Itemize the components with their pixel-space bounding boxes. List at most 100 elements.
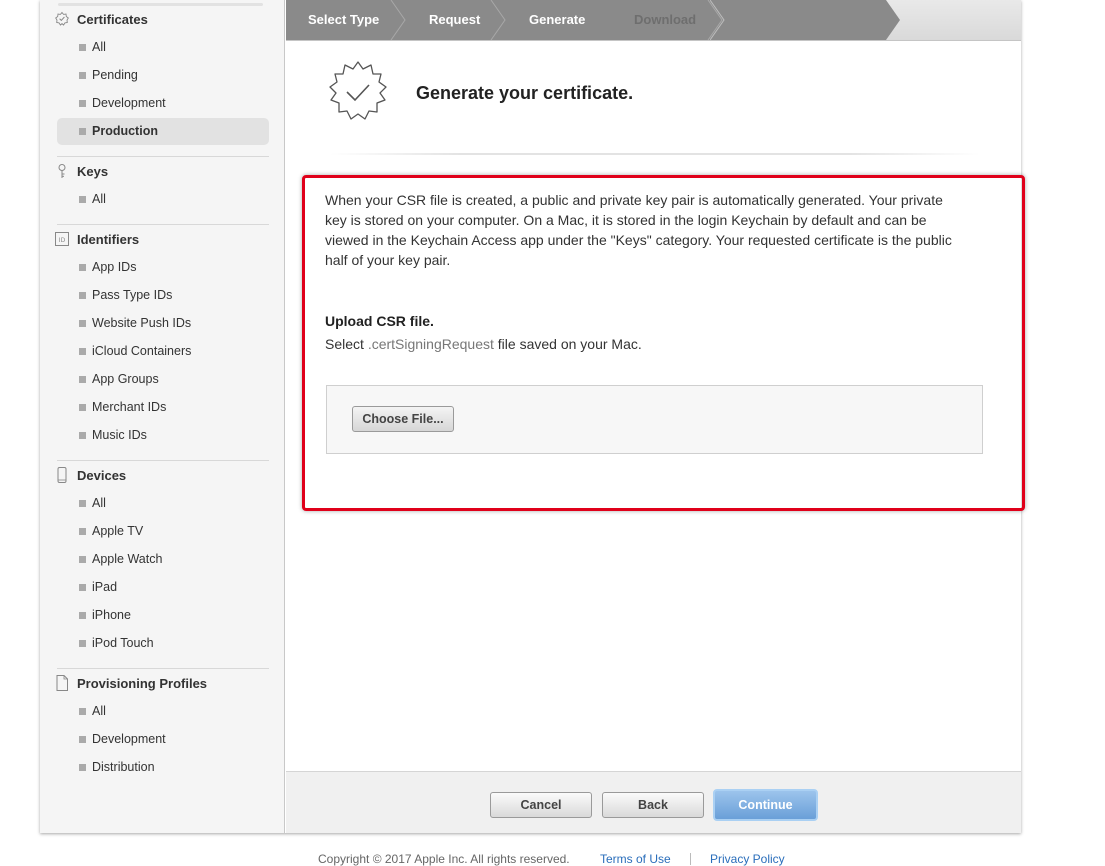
sidebar-item-apple-watch[interactable]: Apple Watch (57, 546, 269, 573)
bullet (79, 556, 86, 563)
sidebar-item-label: Pass Type IDs (92, 288, 173, 302)
sidebar-item-label: Development (92, 732, 166, 746)
sidebar-item-iphone[interactable]: iPhone (57, 602, 269, 629)
key-icon (55, 163, 69, 179)
privacy-policy-link[interactable]: Privacy Policy (710, 852, 785, 866)
sidebar-item-certificates-production[interactable]: Production (57, 118, 269, 145)
sidebar-item-merchant-ids[interactable]: Merchant IDs (57, 394, 269, 421)
section-title-devices[interactable]: Devices (77, 467, 126, 485)
sidebar-item-label: All (92, 496, 106, 510)
back-button[interactable]: Back (602, 792, 704, 818)
sidebar-item-music-ids[interactable]: Music IDs (57, 422, 269, 449)
bullet (79, 584, 86, 591)
section-divider (57, 224, 269, 225)
header-divider (330, 153, 980, 155)
bullet (79, 72, 86, 79)
sidebar-item-devices-all[interactable]: All (57, 490, 269, 517)
sidebar-item-label: Apple TV (92, 524, 144, 538)
sidebar-item-label: Merchant IDs (92, 400, 167, 414)
sidebar-item-ipad[interactable]: iPad (57, 574, 269, 601)
sidebar-top-divider (58, 3, 263, 6)
bullet (79, 100, 86, 107)
bullet (79, 612, 86, 619)
bullet (79, 128, 86, 135)
certificate-checkmark-icon (329, 61, 387, 120)
section-title-identifiers[interactable]: Identifiers (77, 231, 139, 249)
sidebar-item-pass-type-ids[interactable]: Pass Type IDs (57, 282, 269, 309)
sidebar-item-icloud-containers[interactable]: iCloud Containers (57, 338, 269, 365)
sidebar-item-label: Pending (92, 68, 138, 82)
svg-text:ID: ID (59, 237, 66, 244)
sidebar-item-label: iPod Touch (92, 636, 154, 650)
sidebar-item-label: Development (92, 96, 166, 110)
sidebar-item-label: iPad (92, 580, 118, 594)
csr-description: When your CSR file is created, a public … (325, 192, 952, 268)
file-extension: .certSigningRequest (367, 336, 494, 352)
upload-heading: Upload CSR file. (325, 313, 434, 329)
upload-suffix: file saved on your Mac. (497, 336, 642, 352)
bullet (79, 292, 86, 299)
sidebar-item-label: All (92, 704, 106, 718)
step-generate: Generate (529, 12, 586, 27)
section-divider (57, 668, 269, 669)
sidebar-item-certificates-pending[interactable]: Pending (57, 62, 269, 89)
device-icon (55, 467, 69, 483)
bullet (79, 528, 86, 535)
sidebar-item-certificates-all[interactable]: All (57, 34, 269, 61)
sidebar-item-profiles-all[interactable]: All (57, 698, 269, 725)
sidebar-item-label: All (92, 40, 106, 54)
sidebar-item-label: Distribution (92, 760, 155, 774)
sidebar-item-label: Production (92, 124, 158, 138)
page-title: Generate your certificate. (416, 83, 634, 103)
sidebar-item-certificates-development[interactable]: Development (57, 90, 269, 117)
copyright-text: Copyright © 2017 Apple Inc. All rights r… (318, 852, 570, 866)
sidebar-item-label: Website Push IDs (92, 316, 192, 330)
bullet (79, 432, 86, 439)
terms-of-use-link[interactable]: Terms of Use (600, 852, 671, 866)
step-download: Download (634, 12, 697, 27)
sidebar-item-profiles-development[interactable]: Development (57, 726, 269, 753)
sidebar-item-profiles-distribution[interactable]: Distribution (57, 754, 269, 781)
bullet (79, 708, 86, 715)
continue-button[interactable]: Continue (713, 789, 818, 821)
sidebar-item-label: Music IDs (92, 428, 147, 442)
sidebar-item-label: App Groups (92, 372, 159, 386)
section-title-keys[interactable]: Keys (77, 163, 108, 181)
sidebar-item-apple-tv[interactable]: Apple TV (57, 518, 269, 545)
bullet (79, 500, 86, 507)
bullet (79, 264, 86, 271)
bullet (79, 196, 86, 203)
upload-instructions: Select .certSigningRequest file saved on… (325, 336, 642, 352)
section-title-certificates[interactable]: Certificates (77, 11, 148, 29)
choose-file-button[interactable]: Choose File... (352, 406, 454, 432)
bullet (79, 640, 86, 647)
bullet (79, 348, 86, 355)
sidebar-item-label: All (92, 192, 106, 206)
bullet (79, 404, 86, 411)
step-progress-bar: Select Type Request Generate Download (286, 0, 1021, 41)
sidebar-item-app-groups[interactable]: App Groups (57, 366, 269, 393)
section-divider (57, 460, 269, 461)
footer-separator (690, 853, 691, 865)
certificate-badge-icon (55, 11, 69, 27)
sidebar-item-app-ids[interactable]: App IDs (57, 254, 269, 281)
id-card-icon: ID (55, 231, 69, 247)
bullet (79, 736, 86, 743)
document-icon (55, 675, 69, 691)
bullet (79, 320, 86, 327)
sidebar-item-label: Apple Watch (92, 552, 163, 566)
sidebar-item-website-push-ids[interactable]: Website Push IDs (57, 310, 269, 337)
section-title-provisioning-profiles[interactable]: Provisioning Profiles (77, 675, 207, 693)
cancel-button[interactable]: Cancel (490, 792, 592, 818)
step-select-type: Select Type (308, 12, 380, 27)
pending-step-arrow (710, 0, 725, 40)
step-request: Request (429, 12, 481, 27)
upload-prefix: Select (325, 336, 364, 352)
bullet (79, 764, 86, 771)
sidebar-item-keys-all[interactable]: All (57, 186, 269, 213)
sidebar-item-ipod-touch[interactable]: iPod Touch (57, 630, 269, 657)
sidebar-item-label: iPhone (92, 608, 131, 622)
bullet (79, 44, 86, 51)
sidebar-item-label: App IDs (92, 260, 137, 274)
section-divider (57, 156, 269, 157)
